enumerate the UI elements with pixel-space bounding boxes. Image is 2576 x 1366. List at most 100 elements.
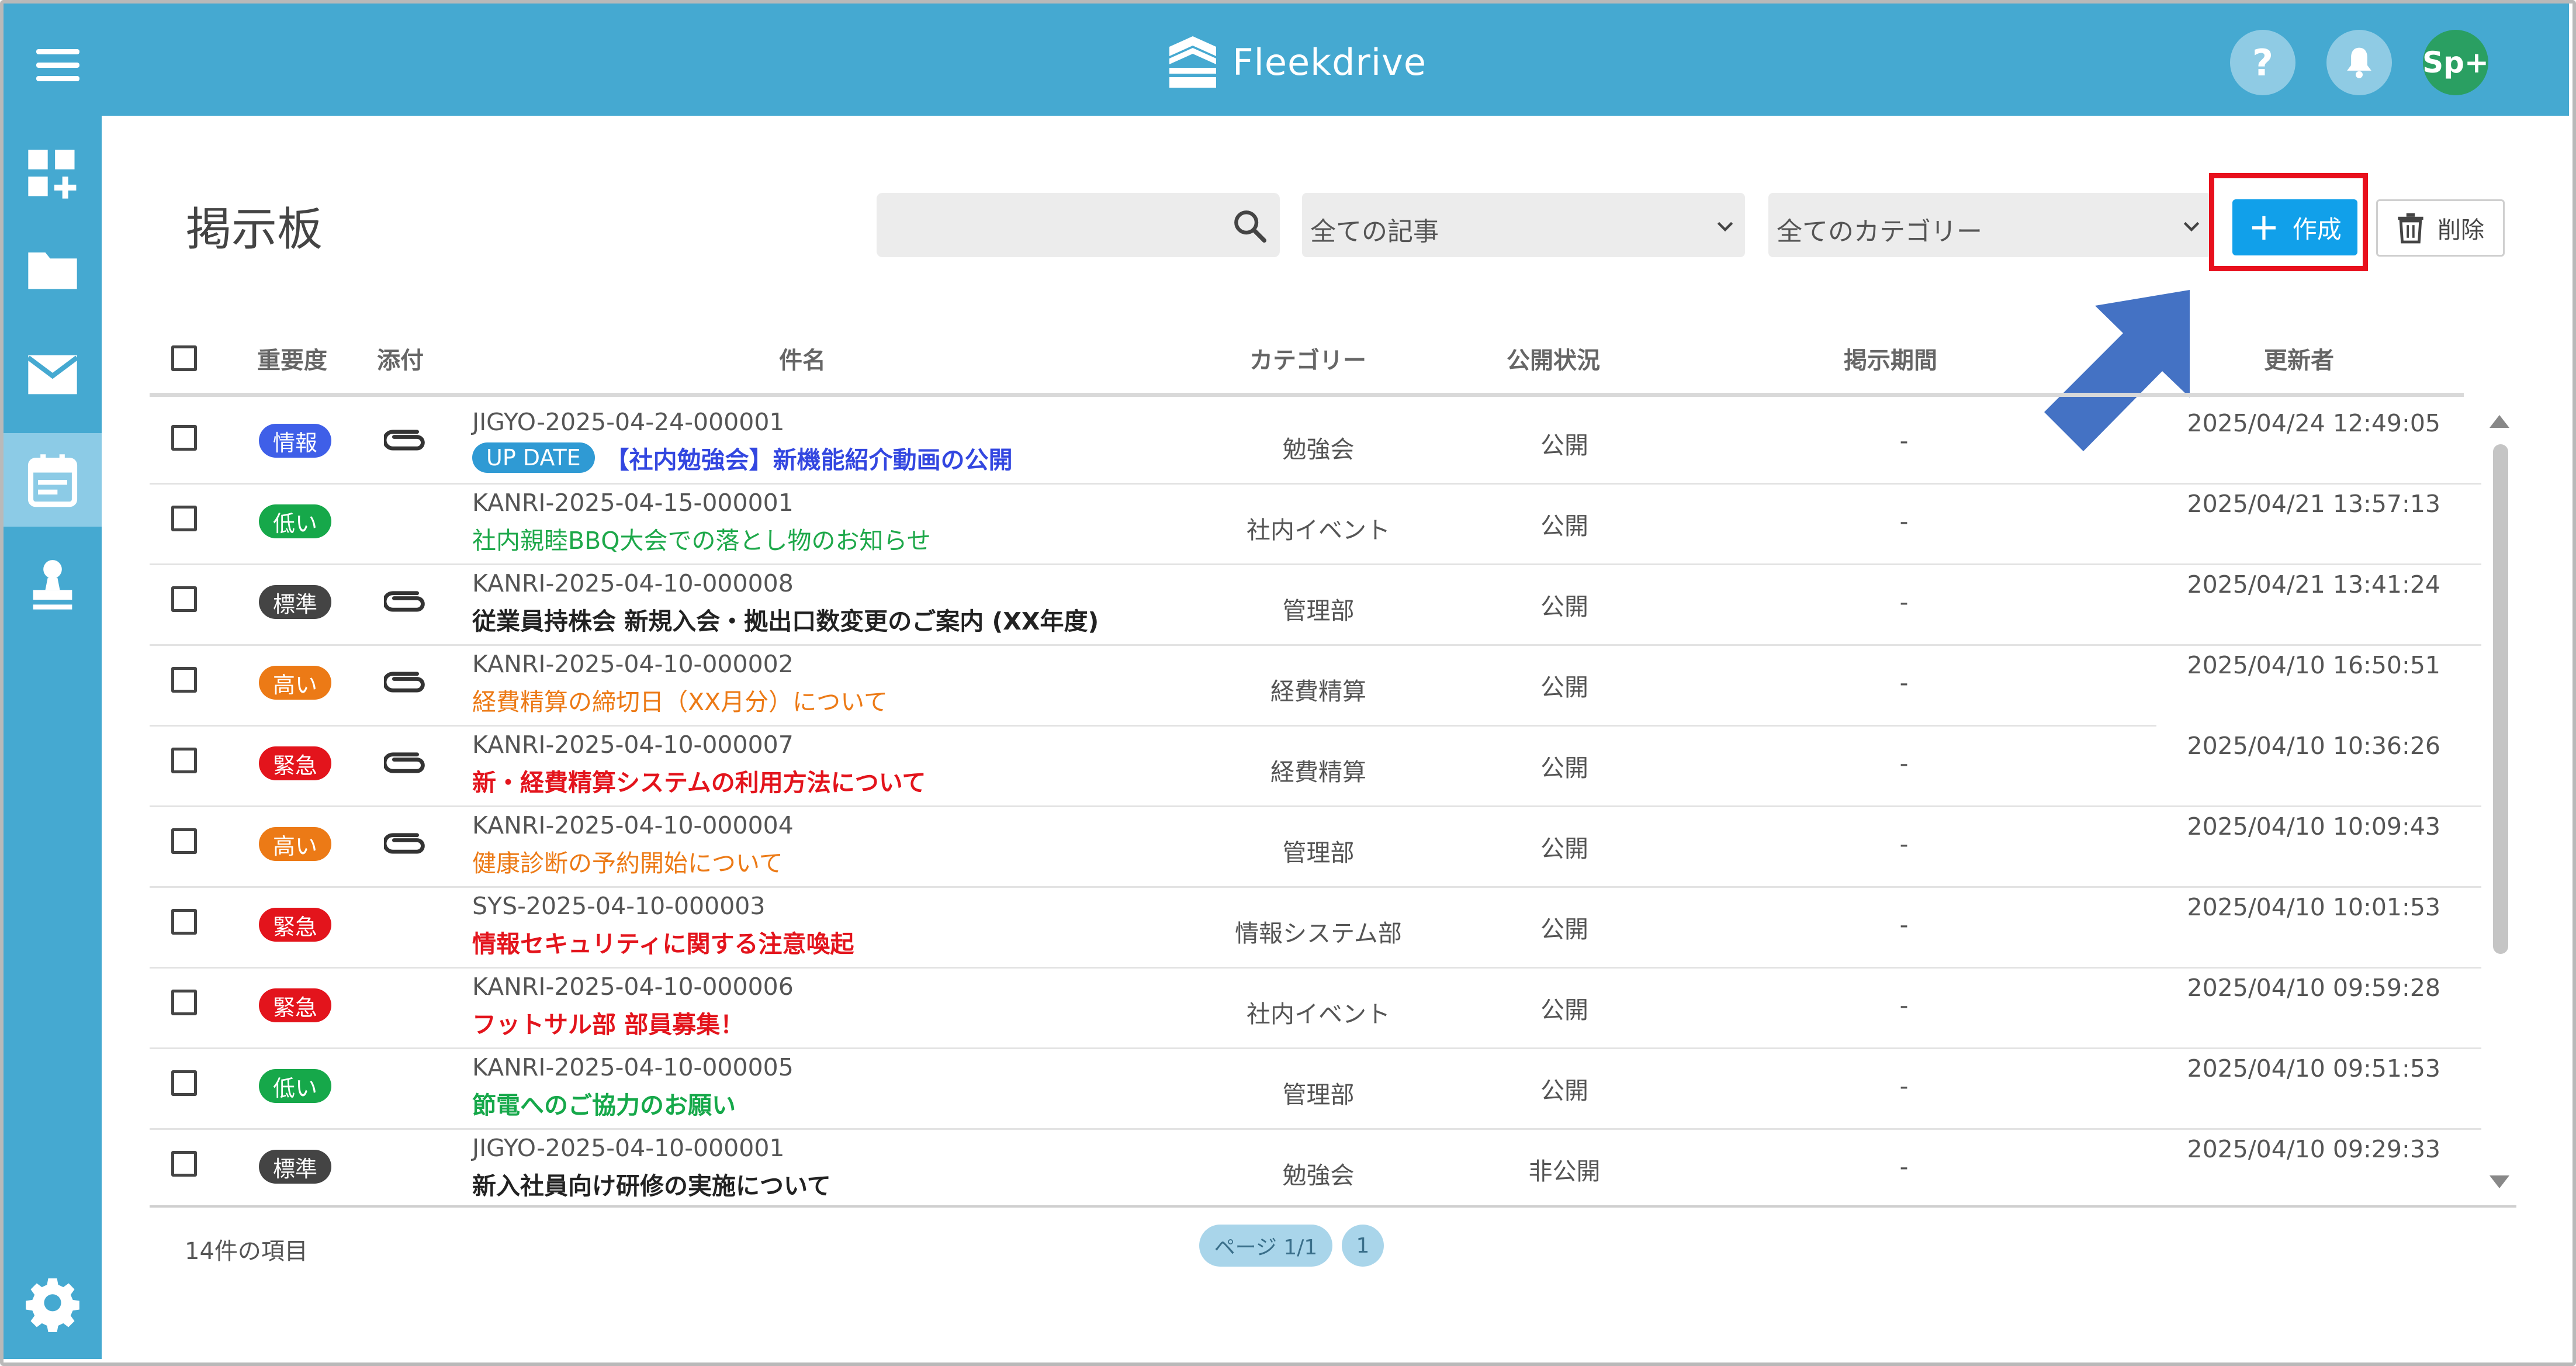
category-cell: 経費精算: [1270, 677, 1366, 706]
column-header-priority[interactable]: 重要度: [257, 341, 327, 375]
app-logo: Fleekdrive: [1164, 30, 1427, 94]
app-name: Fleekdrive: [1232, 40, 1427, 84]
updated-cell: 2025/04/10 09:51:53: [2187, 1054, 2440, 1083]
top-bar: Fleekdrive ? Sp+: [4, 4, 2569, 116]
period-cell: -: [1899, 749, 1909, 777]
category-cell: 経費精算: [1270, 758, 1366, 786]
priority-badge: 低い: [259, 1069, 331, 1103]
article-subject: 新入社員向け研修の実施について: [472, 1172, 831, 1200]
delete-button[interactable]: 削除: [2376, 199, 2505, 257]
page-title: 掲示板: [186, 203, 323, 256]
article-subject-link[interactable]: 社内親睦BBQ大会での落とし物のお知らせ: [472, 521, 931, 556]
article-id: SYS-2025-04-10-000003: [472, 892, 766, 920]
row-checkbox[interactable]: [171, 586, 197, 612]
row-checkbox[interactable]: [171, 748, 197, 773]
select-all-checkbox[interactable]: [171, 345, 197, 371]
column-header-updated-by[interactable]: 更新者: [2264, 341, 2334, 375]
category-cell: 情報システム部: [1235, 919, 1402, 947]
article-id: KANRI-2025-04-10-000008: [472, 569, 794, 597]
status-cell: 公開: [1540, 754, 1588, 782]
updated-cell: 2025/04/10 10:09:43: [2187, 812, 2440, 841]
paperclip-icon: [382, 822, 427, 866]
paperclip-icon: [382, 661, 427, 704]
period-cell: -: [1899, 830, 1909, 858]
period-cell: -: [1899, 507, 1909, 535]
row-checkbox[interactable]: [171, 667, 197, 693]
article-subject: 【社内勉強会】新機能紹介動画の公開: [605, 446, 1013, 474]
column-header-period[interactable]: 掲示期間: [1844, 341, 1937, 375]
stamp-icon: [33, 560, 72, 610]
notification-bell-icon[interactable]: [2326, 30, 2392, 95]
article-subject-link[interactable]: 新入社員向け研修の実施について: [472, 1166, 831, 1201]
article-subject-link[interactable]: 従業員持株会 新規入会・拠出口数変更のご案内 (XX年度): [472, 601, 1099, 637]
column-header-attachment[interactable]: 添付: [377, 341, 424, 375]
updated-cell: 2025/04/10 10:01:53: [2187, 893, 2440, 921]
row-checkbox[interactable]: [171, 909, 197, 935]
row-checkbox[interactable]: [171, 828, 197, 854]
paperclip-icon: [382, 742, 427, 785]
gear-icon: [26, 1278, 79, 1332]
priority-badge: 標準: [259, 1150, 331, 1184]
dashboard-add-icon: [28, 150, 77, 199]
scroll-down-arrow[interactable]: [2490, 1175, 2509, 1188]
column-header-category[interactable]: カテゴリー: [1249, 341, 1366, 375]
scroll-up-arrow[interactable]: [2490, 415, 2509, 428]
category-cell: 管理部: [1282, 597, 1355, 625]
article-subject-link[interactable]: 節電へのご協力のお願い: [472, 1085, 736, 1121]
column-header-status[interactable]: 公開状況: [1507, 341, 1600, 375]
article-subject-link[interactable]: 新・経費精算システムの利用方法について: [472, 763, 926, 798]
create-button[interactable]: + 作成: [2232, 199, 2357, 255]
article-subject-link[interactable]: 経費精算の締切日（XX月分）について: [472, 682, 888, 717]
status-cell: 公開: [1540, 512, 1588, 540]
row-divider: [150, 725, 2156, 727]
row-checkbox[interactable]: [171, 1070, 197, 1096]
column-header-subject[interactable]: 件名: [779, 341, 826, 375]
sidebar-item-mail[interactable]: [4, 328, 102, 421]
menu-icon[interactable]: [36, 49, 79, 82]
updated-cell: 2025/04/10 09:29:33: [2187, 1135, 2440, 1163]
article-id: KANRI-2025-04-10-000004: [472, 811, 794, 839]
article-filter-select[interactable]: 全ての記事: [1302, 193, 1745, 257]
row-divider: [150, 886, 2481, 888]
folder-icon: [28, 252, 77, 289]
page-button-1[interactable]: 1: [1342, 1225, 1384, 1267]
sidebar-item-approval[interactable]: [4, 538, 102, 632]
row-checkbox[interactable]: [171, 990, 197, 1015]
category-cell: 勉強会: [1282, 1161, 1355, 1189]
help-button[interactable]: ?: [2230, 30, 2295, 95]
priority-badge: 緊急: [259, 746, 331, 780]
article-subject: 社内親睦BBQ大会での落とし物のお知らせ: [472, 527, 931, 555]
search-input[interactable]: [877, 193, 1280, 257]
row-divider: [150, 967, 2481, 969]
category-cell: 勉強会: [1282, 435, 1355, 464]
sidebar-item-dashboard[interactable]: [4, 127, 102, 221]
category-filter-select[interactable]: 全てのカテゴリー: [1768, 193, 2211, 257]
page-indicator: ページ 1/1: [1199, 1225, 1332, 1267]
article-subject-link[interactable]: UP DATE 【社内勉強会】新機能紹介動画の公開: [472, 440, 1013, 475]
search-icon[interactable]: [1231, 207, 1268, 244]
article-subject-link[interactable]: 健康診断の予約開始について: [472, 843, 783, 879]
article-subject: 新・経費精算システムの利用方法について: [472, 769, 926, 797]
article-subject: 従業員持株会 新規入会・拠出口数変更のご案内 (XX年度): [472, 607, 1099, 635]
table-footer-divider: [150, 1205, 2516, 1208]
priority-badge: 標準: [259, 585, 331, 619]
row-checkbox[interactable]: [171, 425, 197, 451]
item-count: 14件の項目: [185, 1238, 308, 1265]
article-subject-link[interactable]: フットサル部 部員募集！: [472, 1005, 744, 1040]
user-avatar[interactable]: Sp+: [2422, 30, 2489, 95]
sidebar-item-bulletin-board[interactable]: [4, 433, 102, 527]
updated-cell: 2025/04/10 10:36:26: [2187, 732, 2440, 760]
article-subject: 経費精算の締切日（XX月分）について: [472, 688, 888, 716]
row-checkbox[interactable]: [171, 506, 197, 531]
row-checkbox[interactable]: [171, 1151, 197, 1177]
sidebar-item-settings[interactable]: [4, 1258, 102, 1352]
scrollbar-thumb[interactable]: [2493, 444, 2508, 954]
sidebar-item-files[interactable]: [4, 223, 102, 316]
status-cell: 公開: [1540, 593, 1588, 621]
article-subject: 節電へのご協力のお願い: [472, 1091, 736, 1119]
status-cell: 公開: [1540, 431, 1588, 459]
category-cell: 社内イベント: [1247, 1000, 1390, 1028]
updated-cell: 2025/04/21 13:41:24: [2187, 570, 2440, 599]
period-cell: -: [1899, 669, 1909, 697]
article-subject-link[interactable]: 情報セキュリティに関する注意喚起: [472, 924, 854, 959]
